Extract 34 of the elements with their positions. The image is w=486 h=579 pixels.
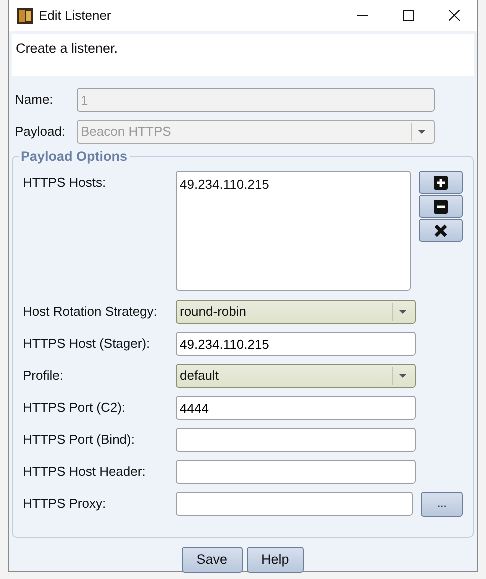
x-icon	[434, 224, 448, 238]
field-label: Profile:	[23, 367, 64, 386]
field-label: HTTPS Port (C2):	[23, 399, 127, 418]
remove-button[interactable]	[419, 195, 463, 218]
save-button[interactable]: Save	[182, 547, 242, 573]
dropdown[interactable]: default	[176, 364, 416, 388]
text-field[interactable]	[176, 492, 414, 516]
field-label: Payload:	[15, 123, 67, 142]
dropdown-arrow-icon[interactable]	[398, 374, 406, 378]
text-field[interactable]	[176, 460, 416, 484]
field-label: Name:	[15, 91, 54, 110]
maximize-icon	[402, 10, 414, 21]
add-button[interactable]	[419, 171, 463, 194]
help-button[interactable]: Help	[246, 547, 304, 573]
close-icon	[448, 10, 460, 21]
field-label: Host Rotation Strategy:	[23, 303, 158, 322]
dropdown[interactable]: round-robin	[176, 300, 416, 324]
hosts-list[interactable]: 49.234.110.215	[176, 171, 411, 291]
plus-icon	[434, 176, 448, 190]
field-label: HTTPS Host Header:	[23, 463, 147, 482]
text-field[interactable]: 4444	[176, 396, 416, 420]
browse-button[interactable]: ...	[421, 492, 463, 516]
dropdown-arrow-icon[interactable]	[398, 310, 406, 314]
description-text: Create a listener.	[12, 34, 474, 76]
window-title: Edit Listener	[39, 6, 112, 25]
text-field[interactable]: 49.234.110.215	[176, 332, 416, 356]
field-label: HTTPS Hosts:	[23, 174, 108, 192]
field-label: HTTPS Host (Stager):	[23, 335, 152, 354]
minus-icon	[434, 200, 448, 214]
field-label: HTTPS Port (Bind):	[23, 431, 136, 450]
app-icon	[17, 8, 33, 24]
clear-button[interactable]	[419, 219, 463, 242]
field-label: HTTPS Proxy:	[23, 495, 108, 514]
text-field[interactable]	[176, 428, 416, 452]
